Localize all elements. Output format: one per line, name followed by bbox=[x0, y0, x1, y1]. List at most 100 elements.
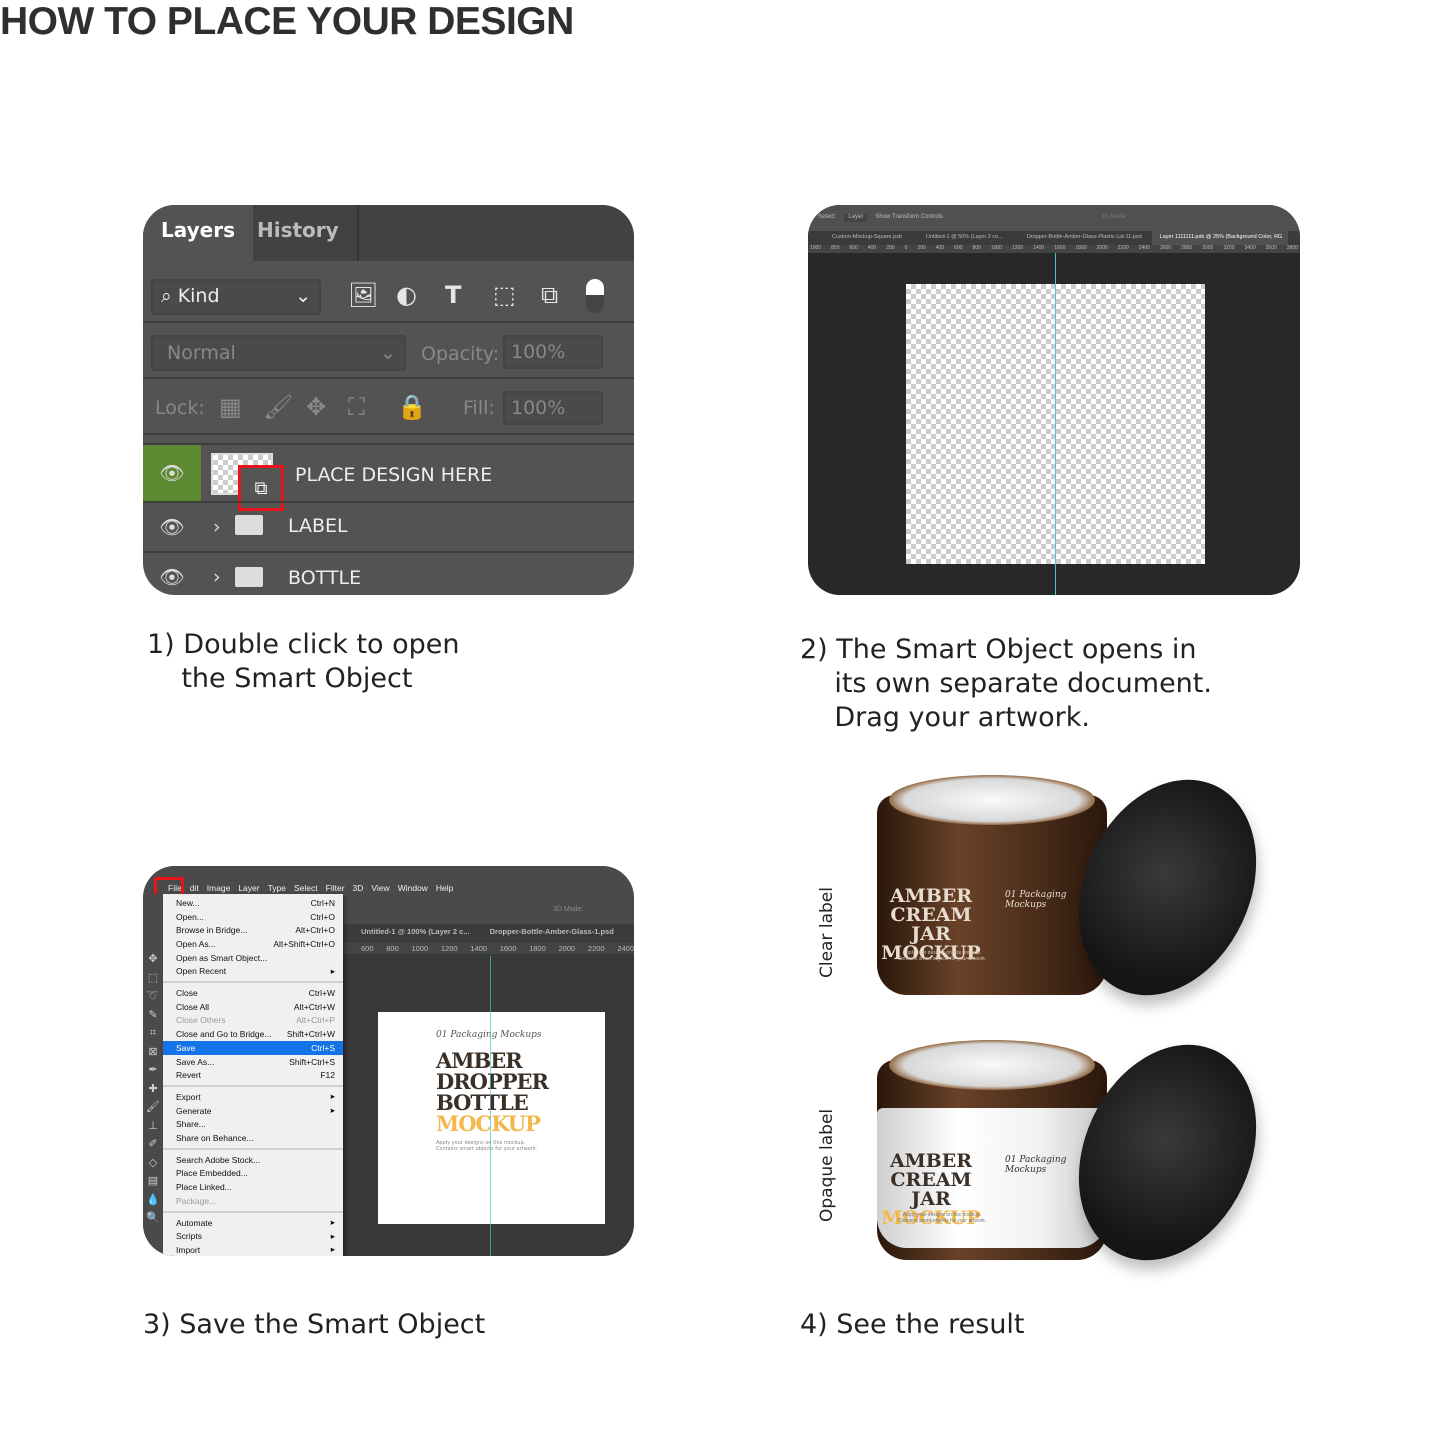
tab-history[interactable]: History bbox=[239, 205, 359, 261]
tab-layers[interactable]: Layers bbox=[143, 205, 253, 261]
image-filter-icon[interactable]: 🖼 bbox=[348, 281, 378, 309]
ruler-tick: 600 bbox=[361, 944, 374, 953]
ruler-tick: 2200 bbox=[1117, 245, 1129, 251]
lock-transparency-icon[interactable]: ▦ bbox=[219, 393, 242, 421]
menu-item-label: Open Recent bbox=[176, 966, 227, 977]
lock-paint-brush-icon[interactable]: 🖌 bbox=[263, 393, 293, 421]
menu-item-automate[interactable]: Automate ▸ bbox=[176, 1216, 335, 1230]
lasso-tool-icon[interactable]: ➰ bbox=[143, 987, 163, 1006]
menu-dit[interactable]: dit bbox=[190, 883, 199, 894]
menu-filter[interactable]: Filter bbox=[326, 883, 345, 894]
menu-item-new[interactable]: New... Ctrl+N bbox=[176, 896, 335, 910]
menu-select[interactable]: Select bbox=[294, 883, 318, 894]
quick-select-icon[interactable]: ✎ bbox=[143, 1006, 163, 1025]
menu-item-place-linked[interactable]: Place Linked... bbox=[176, 1180, 335, 1194]
lock-move-icon[interactable]: ✥ bbox=[306, 393, 326, 421]
ruler-tick: 1600 bbox=[1054, 245, 1066, 251]
doc-tab[interactable]: Untitled-1 @ 100% (Layer 2 c... bbox=[361, 927, 470, 940]
menu-item-shortcut: Alt+Ctrl+W bbox=[293, 1001, 335, 1012]
options-bar: 3D Mode: bbox=[343, 894, 634, 924]
menu-item-shortcut: ▸ bbox=[330, 1244, 335, 1255]
doc-tab[interactable]: Dropper-Bottle-Amber-Glass-Plastic-Lid-1… bbox=[1013, 231, 1152, 245]
healing-icon[interactable]: ✚ bbox=[143, 1080, 163, 1099]
layer-row-place-design[interactable]: 👁 ⧉ PLACE DESIGN HERE bbox=[143, 443, 634, 511]
ruler-tick: 2000 bbox=[558, 944, 576, 953]
menu-item-generate[interactable]: Generate ▸ bbox=[176, 1104, 335, 1118]
layer-row-bottle[interactable]: 👁 › BOTTLE bbox=[143, 551, 634, 595]
marquee-tool-icon[interactable]: ⬚ bbox=[143, 969, 163, 988]
eraser-icon[interactable]: ◇ bbox=[143, 1154, 163, 1173]
chevron-down-icon: ⌄ bbox=[295, 285, 311, 307]
lock-all-icon[interactable]: 🔒 bbox=[397, 393, 427, 421]
dodge-icon[interactable]: 🔍 bbox=[143, 1209, 163, 1228]
menu-layer[interactable]: Layer bbox=[238, 883, 259, 894]
menu-item-share[interactable]: Share... bbox=[176, 1118, 335, 1132]
menu-item-save-as[interactable]: Save As... Shift+Ctrl+S bbox=[176, 1055, 335, 1069]
blur-icon[interactable]: 💧 bbox=[143, 1191, 163, 1210]
menu-item-place-embedded[interactable]: Place Embedded... bbox=[176, 1167, 335, 1181]
filter-toggle[interactable] bbox=[586, 279, 604, 313]
stamp-icon[interactable]: ⊥ bbox=[143, 1117, 163, 1136]
menu-item-close-and-go-to-bridge[interactable]: Close and Go to Bridge... Shift+Ctrl+W bbox=[176, 1027, 335, 1041]
doc-title: AMBER DROPPER BOTTLE MOCKUP bbox=[436, 1048, 549, 1136]
menu-item-search-adobe-stock[interactable]: Search Adobe Stock... bbox=[176, 1153, 335, 1167]
menu-item-shortcut: Alt+Ctrl+P bbox=[296, 1015, 335, 1026]
menu-item-close[interactable]: Close Ctrl+W bbox=[176, 986, 335, 1000]
frame-tool-icon[interactable]: ⊠ bbox=[143, 1043, 163, 1062]
type-filter-icon[interactable]: T bbox=[445, 281, 461, 309]
menu-item-open[interactable]: Open... Ctrl+O bbox=[176, 910, 335, 924]
toolbar: ✥ ⬚ ➰ ✎ ⌗ ⊠ ✒ ✚ 🖌 ⊥ ✐ ◇ ▤ 💧 🔍 bbox=[143, 894, 163, 1256]
menu-item-label: Save bbox=[176, 1042, 196, 1053]
blend-mode-select[interactable]: Normal ⌄ bbox=[151, 335, 406, 371]
expand-chevron-icon[interactable]: › bbox=[213, 516, 221, 538]
menu-help[interactable]: Help bbox=[436, 883, 453, 894]
eye-icon[interactable]: 👁 bbox=[143, 503, 201, 551]
doc-tab[interactable]: Untitled-1 @ 50% (Layer 2 co... bbox=[912, 231, 1013, 245]
menu-item-share-on-behance[interactable]: Share on Behance... bbox=[176, 1131, 335, 1145]
layer-row-label[interactable]: 👁 › LABEL bbox=[143, 501, 634, 551]
menu-view[interactable]: View bbox=[371, 883, 389, 894]
ruler-tick: 1000 bbox=[411, 944, 429, 953]
move-tool-icon[interactable]: ✥ bbox=[143, 950, 163, 969]
menu-item-shortcut: Ctrl+O bbox=[310, 911, 335, 922]
gradient-icon[interactable]: ▤ bbox=[143, 1172, 163, 1191]
doc-tab[interactable]: Custom-Mockup-Square.psb bbox=[808, 231, 912, 245]
menu-item-package[interactable]: Package... bbox=[176, 1194, 335, 1208]
menu-item-import[interactable]: Import ▸ bbox=[176, 1243, 335, 1256]
fill-input[interactable]: 100% bbox=[503, 391, 603, 425]
menu-item-revert[interactable]: Revert F12 bbox=[176, 1068, 335, 1082]
filter-kind-select[interactable]: ⌕ Kind ⌄ bbox=[151, 279, 321, 315]
expand-chevron-icon[interactable]: › bbox=[213, 566, 221, 588]
menu-item-open-recent[interactable]: Open Recent ▸ bbox=[176, 965, 335, 979]
shape-filter-icon[interactable]: ⬚ bbox=[493, 281, 516, 309]
select-dropdown[interactable]: Layer bbox=[844, 214, 868, 222]
smart-object-filter-icon[interactable]: ⧉ bbox=[541, 281, 558, 309]
menu-item-browse-in-bridge[interactable]: Browse in Bridge... Alt+Ctrl+O bbox=[176, 923, 335, 937]
menu-3d[interactable]: 3D bbox=[353, 883, 364, 894]
menu-item-open-as[interactable]: Open As... Alt+Shift+Ctrl+O bbox=[176, 937, 335, 951]
eyedropper-icon[interactable]: ✒ bbox=[143, 1061, 163, 1080]
opacity-input[interactable]: 100% bbox=[503, 335, 603, 369]
menu-item-export[interactable]: Export ▸ bbox=[176, 1090, 335, 1104]
eye-icon[interactable]: 👁 bbox=[143, 445, 201, 501]
menu-item-save[interactable]: Save Ctrl+S bbox=[163, 1041, 343, 1055]
photoshop-save-menu: File dit Image Layer Type Select Filter 3D View W… bbox=[143, 866, 634, 1256]
menu-bar: File dit Image Layer Type Select Filter 3D View W… bbox=[143, 866, 634, 894]
menu-item-close-others[interactable]: Close Others Alt+Ctrl+P bbox=[176, 1014, 335, 1028]
crop-tool-icon[interactable]: ⌗ bbox=[143, 1024, 163, 1043]
menu-item-close-all[interactable]: Close All Alt+Ctrl+W bbox=[176, 1000, 335, 1014]
menu-type[interactable]: Type bbox=[268, 883, 286, 894]
menu-item-scripts[interactable]: Scripts ▸ bbox=[176, 1229, 335, 1243]
brush-icon[interactable]: 🖌 bbox=[143, 1098, 163, 1117]
adjustment-filter-icon[interactable]: ◐ bbox=[396, 281, 417, 309]
doc-tab[interactable]: Dropper-Bottle-Amber-Glass-1.psd bbox=[490, 927, 614, 940]
menu-window[interactable]: Window bbox=[398, 883, 428, 894]
show-transform-checkbox[interactable]: Show Transform Controls bbox=[875, 214, 943, 222]
document-canvas[interactable]: 01 Packaging Mockups AMBER DROPPER BOTTLE M… bbox=[378, 1012, 605, 1224]
history-brush-icon[interactable]: ✐ bbox=[143, 1135, 163, 1154]
menu-image[interactable]: Image bbox=[207, 883, 231, 894]
lock-artboard-icon[interactable]: ⛶ bbox=[348, 393, 365, 421]
eye-icon[interactable]: 👁 bbox=[143, 553, 201, 595]
doc-tab-active[interactable]: Layer 1111111.psb @ 25% (Background Colo… bbox=[1151, 231, 1289, 245]
menu-item-open-as-smart-object[interactable]: Open as Smart Object... bbox=[176, 951, 335, 965]
